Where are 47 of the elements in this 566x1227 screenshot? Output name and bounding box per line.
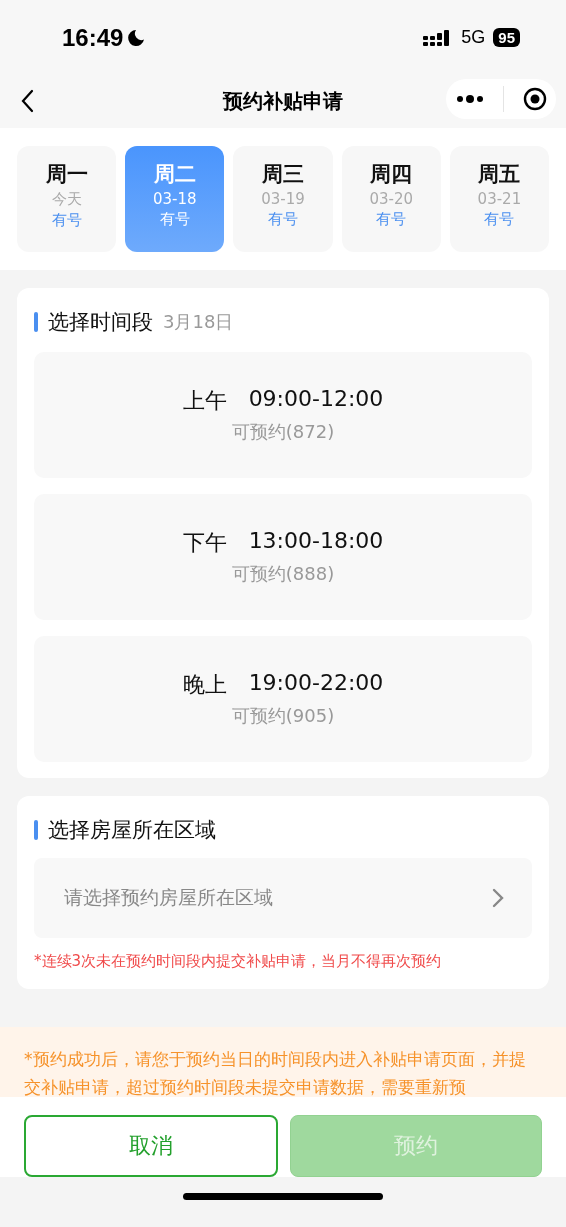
day-tab[interactable]: 周一 今天 有号 xyxy=(17,146,117,252)
period-label: 晚上 xyxy=(182,671,227,699)
day-tab[interactable]: 周五 03-21 有号 xyxy=(449,146,549,252)
time-range: 19:00-22:00 xyxy=(248,670,384,697)
slot-availability: 可预约(888) xyxy=(231,562,335,586)
status-time: 16:49 xyxy=(62,23,124,52)
date-label: 03-19 xyxy=(261,190,305,208)
weekday-label: 周五 xyxy=(478,161,521,188)
section-title: 选择时间段 xyxy=(48,309,153,336)
back-icon[interactable] xyxy=(20,89,34,113)
time-slot[interactable]: 晚上 19:00-22:00 可预约(905) xyxy=(34,636,532,762)
time-slot[interactable]: 下午 13:00-18:00 可预约(888) xyxy=(34,494,532,620)
page-title: 预约补贴申请 xyxy=(223,88,343,115)
day-tab[interactable]: 周四 03-20 有号 xyxy=(341,146,441,252)
notice-text: *预约成功后，请您于预约当日的时间段内进入补贴申请页面，并提交补贴申请，超过预约时间段未提交申请数据，需要重新预 xyxy=(24,1048,527,1097)
date-label: 03-20 xyxy=(369,190,413,208)
battery-indicator: 95 xyxy=(493,28,520,47)
section-title: 选择房屋所在区域 xyxy=(48,817,216,844)
close-icon[interactable] xyxy=(522,87,547,111)
moon-icon xyxy=(127,28,146,47)
network-label: 5G xyxy=(461,27,486,48)
period-label: 上午 xyxy=(182,387,227,415)
availability-label: 有号 xyxy=(376,210,407,229)
time-slot[interactable]: 上午 09:00-12:00 可预约(872) xyxy=(34,352,532,478)
slot-availability: 可预约(905) xyxy=(231,704,335,728)
more-icon[interactable] xyxy=(455,94,484,104)
weekday-label: 周四 xyxy=(370,161,413,188)
warning-text: *连续3次未在预约时间段内提交补贴申请，当月不得再次预约 xyxy=(34,952,443,971)
accent-bar xyxy=(34,312,38,332)
weekday-label: 周一 xyxy=(45,161,88,188)
slot-availability: 可预约(872) xyxy=(231,420,335,444)
time-range: 13:00-18:00 xyxy=(248,528,384,555)
date-label: 03-21 xyxy=(477,190,522,208)
weekday-label: 周二 xyxy=(153,161,196,188)
date-label: 03-18 xyxy=(153,190,197,208)
time-range: 09:00-12:00 xyxy=(248,386,384,413)
day-tab[interactable]: 周三 03-19 有号 xyxy=(233,146,333,252)
availability-label: 有号 xyxy=(159,210,190,229)
date-label: 今天 xyxy=(51,190,82,209)
availability-label: 有号 xyxy=(268,210,298,229)
period-label: 下午 xyxy=(182,529,227,557)
availability-label: 有号 xyxy=(484,210,515,229)
availability-label: 有号 xyxy=(51,211,82,230)
section-date: 3月18日 xyxy=(163,310,234,334)
chevron-icon xyxy=(492,888,504,908)
weekday-label: 周三 xyxy=(262,161,304,188)
accent-bar xyxy=(34,820,38,840)
